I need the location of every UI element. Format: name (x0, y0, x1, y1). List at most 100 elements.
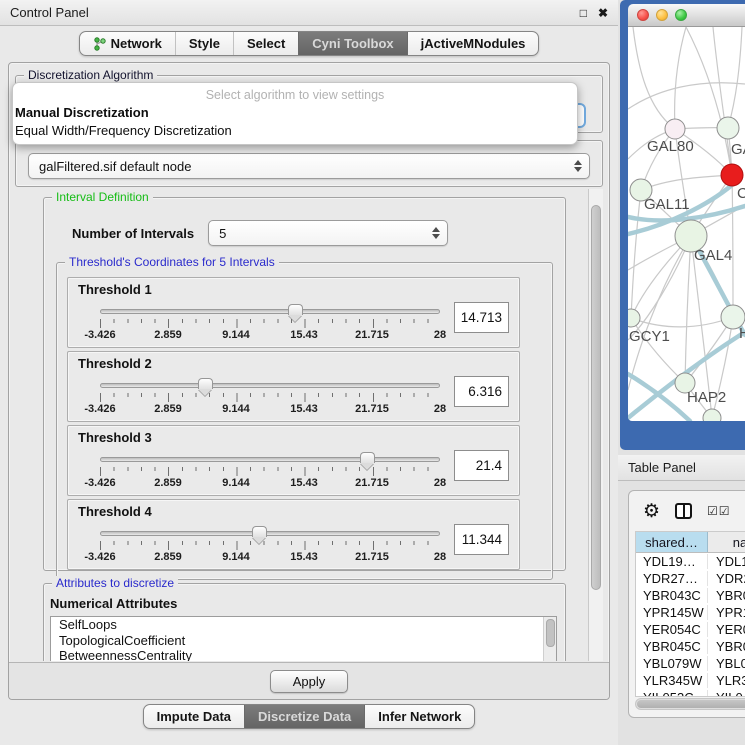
column-header-shared-name[interactable]: shared… (636, 532, 708, 552)
threshold-4-slider[interactable]: -3.426 2.859 9.144 15.43 21.715 28 (78, 520, 454, 564)
combo-stepper-icon (574, 160, 582, 172)
tab-style[interactable]: Style (175, 32, 233, 55)
settings-scroll-area: Interval Definition Number of Intervals … (15, 189, 603, 661)
tab-infer-network[interactable]: Infer Network (364, 705, 474, 728)
table-data-combobox[interactable]: galFiltered.sif default node (28, 153, 590, 179)
slider-ticks (100, 319, 440, 328)
table-panel-titlebar: Table Panel (618, 455, 745, 481)
combo-stepper-icon (432, 227, 440, 239)
node-table[interactable]: shared… na YDL19…YDL1 YDR27…YDR2 YBR043C… (635, 531, 745, 697)
table-toolbar: ⚙ ☑☑ (629, 491, 745, 531)
list-item[interactable]: BetweennessCentrality (51, 648, 556, 661)
algorithm-dropdown-popup: Select algorithm to view settings Manual… (12, 82, 578, 145)
mac-close-icon[interactable] (637, 9, 649, 21)
node (628, 309, 640, 327)
threshold-2-value-field[interactable]: 6.316 (454, 376, 509, 407)
slider-thumb[interactable] (360, 452, 375, 463)
slider-thumb[interactable] (288, 304, 303, 315)
svg-text:C: C (737, 185, 745, 202)
table-row[interactable]: YPR145WYPR1 (636, 604, 745, 621)
table-horizontal-scrollbar[interactable] (635, 698, 745, 710)
threshold-1-label: Threshold 1 (78, 282, 509, 297)
table-row[interactable]: YLR345WYLR3 (636, 672, 745, 689)
tab-select[interactable]: Select (233, 32, 298, 55)
list-item[interactable]: TopologicalCoefficient (51, 633, 556, 649)
threshold-2-panel: Threshold 2 -3.426 2.859 9.144 15.43 (67, 351, 520, 422)
close-icon[interactable]: ✖ (598, 7, 608, 19)
columns-icon[interactable] (675, 503, 692, 519)
table-data-value: galFiltered.sif default node (39, 159, 191, 174)
interval-definition-group: Interval Definition Number of Intervals … (43, 197, 566, 571)
number-of-intervals-label: Number of Intervals (72, 226, 194, 241)
svg-text:H: H (739, 325, 745, 342)
list-item[interactable]: SelfLoops (51, 617, 556, 633)
scrollbar-thumb[interactable] (637, 700, 745, 708)
table-row[interactable]: YBL079WYBL0 (636, 655, 745, 672)
threshold-2-slider[interactable]: -3.426 2.859 9.144 15.43 21.715 28 (78, 372, 454, 416)
network-canvas[interactable]: GAL80 GA GAL11 C GAL4 GCY1 H HAP2 (628, 27, 745, 421)
node-highlighted (721, 164, 743, 186)
slider-thumb[interactable] (252, 526, 267, 537)
right-column: GAL80 GA GAL11 C GAL4 GCY1 H HAP2 Table … (618, 0, 745, 745)
threshold-2-label: Threshold 2 (78, 356, 509, 371)
network-nodes[interactable] (628, 117, 745, 421)
svg-text:GAL4: GAL4 (694, 247, 732, 264)
slider-thumb[interactable] (198, 378, 213, 389)
attributes-group: Attributes to discretize Numerical Attri… (43, 583, 566, 661)
dropdown-hint: Select algorithm to view settings (13, 85, 577, 104)
node (717, 117, 739, 139)
number-of-intervals-combobox[interactable]: 5 (208, 220, 448, 246)
svg-text:GAL80: GAL80 (647, 138, 694, 155)
network-window-titlebar (628, 4, 745, 27)
threshold-4-panel: Threshold 4 -3.426 2.859 9.144 15.43 (67, 499, 520, 570)
svg-text:GA: GA (731, 141, 745, 158)
threshold-4-value-field[interactable]: 11.344 (454, 524, 509, 555)
control-panel-title: Control Panel (10, 5, 89, 20)
svg-text:HAP2: HAP2 (687, 389, 726, 406)
tab-impute-data[interactable]: Impute Data (144, 705, 244, 728)
table-row[interactable]: YBR045CYBR0 (636, 638, 745, 655)
table-data-group: Table Data galFiltered.sif default node (15, 140, 603, 187)
tab-jactivemnodules[interactable]: jActiveMNodules (407, 32, 539, 55)
mac-minimize-icon[interactable] (656, 9, 668, 21)
tab-discretize-data[interactable]: Discretize Data (244, 705, 364, 728)
scrollbar-thumb[interactable] (591, 205, 601, 590)
discretization-algorithm-title: Discretization Algorithm (24, 68, 157, 82)
settings-scrollbar[interactable] (588, 189, 603, 661)
dropdown-option-equal-width-frequency[interactable]: Equal Width/Frequency Discretization (13, 122, 577, 140)
checkbox-pair-icon[interactable]: ☑☑ (707, 504, 731, 518)
threshold-1-panel: Threshold 1 -3.426 2.859 9.144 15.43 (67, 277, 520, 348)
column-header-name[interactable]: na (708, 532, 745, 552)
node (665, 119, 685, 139)
table-row[interactable]: YIL053CYIL0 (636, 689, 745, 697)
float-window-icon[interactable]: □ (580, 7, 587, 19)
table-row[interactable]: YDR27…YDR2 (636, 570, 745, 587)
gear-icon[interactable]: ⚙ (643, 502, 660, 521)
network-view-window: GAL80 GA GAL11 C GAL4 GCY1 H HAP2 (620, 0, 745, 450)
mac-zoom-icon[interactable] (675, 9, 687, 21)
threshold-3-label: Threshold 3 (78, 430, 509, 445)
threshold-3-slider[interactable]: -3.426 2.859 9.144 15.43 21.715 28 (78, 446, 454, 490)
slider-ticks (100, 393, 440, 402)
bottom-tab-bar: Impute Data Discretize Data Infer Networ… (0, 704, 618, 729)
table-panel-title: Table Panel (628, 460, 696, 475)
number-of-intervals-value: 5 (219, 226, 226, 241)
table-row[interactable]: YER054CYER0 (636, 621, 745, 638)
slider-ticks (100, 541, 440, 550)
apply-button[interactable]: Apply (270, 670, 349, 693)
svg-text:GCY1: GCY1 (629, 328, 670, 345)
threshold-3-panel: Threshold 3 -3.426 2.859 9.144 15.43 (67, 425, 520, 496)
tab-cyni-toolbox[interactable]: Cyni Toolbox (298, 32, 406, 55)
table-panel: ⚙ ☑☑ shared… na YDL19…YDL1 YDR27…YDR2 YB… (628, 490, 745, 718)
threshold-1-slider[interactable]: -3.426 2.859 9.144 15.43 21.715 28 (78, 298, 454, 342)
list-scrollbar[interactable] (543, 617, 556, 661)
numerical-attributes-list[interactable]: SelfLoops TopologicalCoefficient Between… (50, 616, 557, 661)
table-row[interactable]: YBR043CYBR0 (636, 587, 745, 604)
slider-ticks (100, 467, 440, 476)
control-panel-titlebar: Control Panel □ ✖ (0, 0, 618, 26)
table-row[interactable]: YDL19…YDL1 (636, 553, 745, 570)
threshold-1-value-field[interactable]: 14.713 (454, 302, 509, 333)
dropdown-option-manual-discretization[interactable]: Manual Discretization (13, 104, 577, 122)
tab-network[interactable]: Network (80, 32, 175, 55)
threshold-3-value-field[interactable]: 21.4 (454, 450, 509, 481)
